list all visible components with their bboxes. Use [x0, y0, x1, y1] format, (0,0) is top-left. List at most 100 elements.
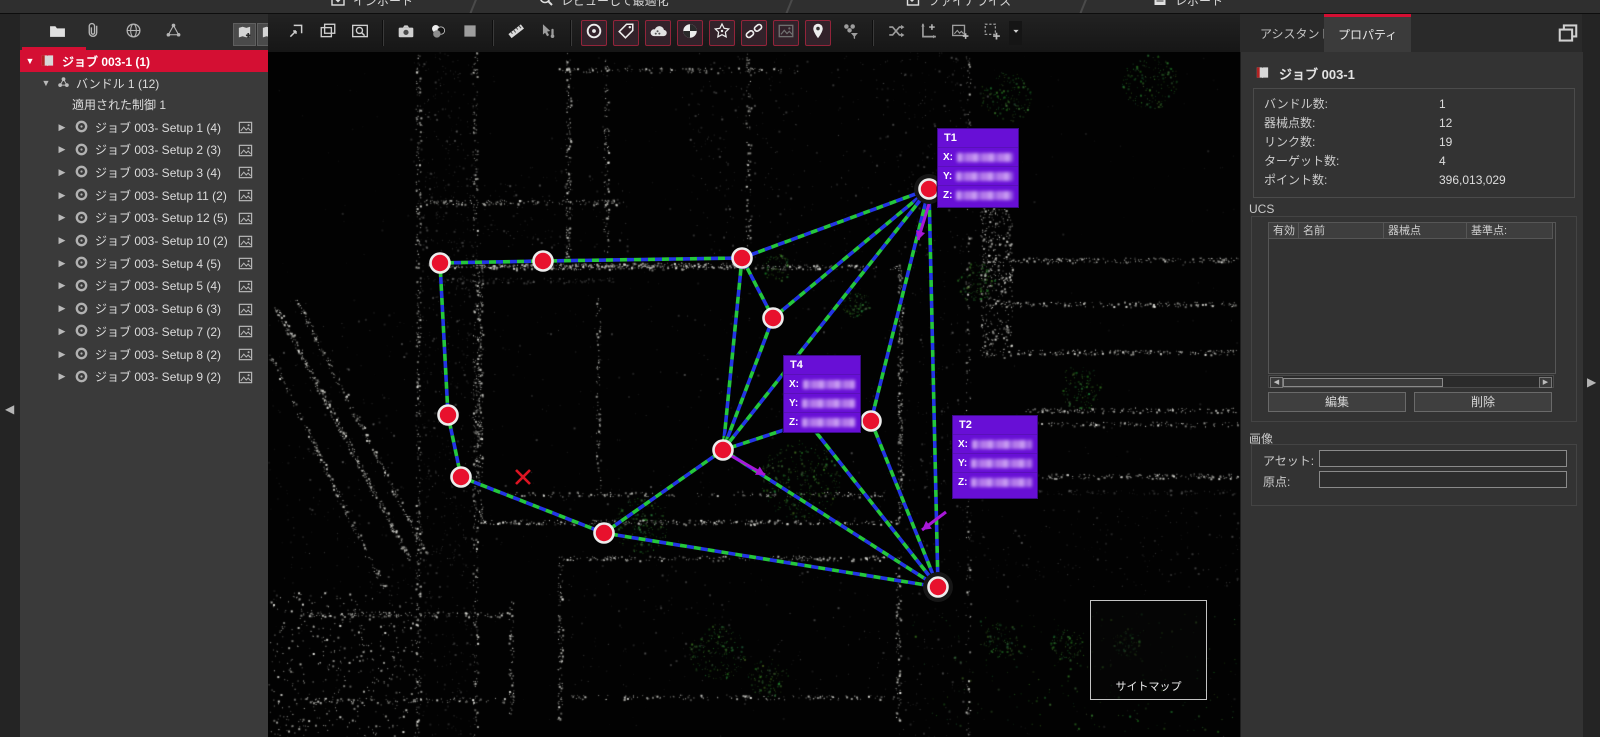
measure-ruler-button[interactable]: [503, 20, 529, 46]
left-tab-network-sites[interactable]: [158, 19, 188, 47]
chevron-right-icon[interactable]: ▶: [56, 190, 68, 201]
setup-node[interactable]: [439, 406, 458, 425]
show-setups-button[interactable]: [581, 20, 607, 46]
ucs-table[interactable]: 有効名前器械点基準点:: [1268, 222, 1556, 374]
collapse-left-panel-icon[interactable]: ◀: [5, 402, 14, 416]
tree-row[interactable]: ▶ジョブ 003- Setup 4 (5): [20, 252, 268, 274]
chevron-right-icon[interactable]: ▶: [56, 326, 68, 337]
scroll-right-icon[interactable]: ▶: [1539, 377, 1552, 388]
scroll-left-icon[interactable]: ◀: [1270, 377, 1283, 388]
workflow-stage-import[interactable]: インポート: [330, 0, 413, 10]
ucs-delete-button[interactable]: 削除: [1414, 392, 1552, 412]
color-mode-button[interactable]: [425, 20, 451, 46]
left-tab-projects-folder[interactable]: [42, 19, 72, 47]
chevron-right-icon[interactable]: ▶: [56, 122, 68, 133]
image-thumb-icon[interactable]: [238, 120, 254, 134]
overlap-windows-button[interactable]: [315, 20, 341, 46]
camera-button[interactable]: [393, 20, 419, 46]
zoom-window-button[interactable]: [347, 20, 373, 46]
image-thumb-icon[interactable]: [238, 347, 254, 361]
target-label-T1[interactable]: T1X:Y:Z:: [937, 128, 1019, 208]
chevron-right-icon[interactable]: ▶: [56, 371, 68, 382]
image-thumb-icon[interactable]: [238, 279, 254, 293]
image-thumb-icon[interactable]: [238, 211, 254, 225]
chevron-right-icon[interactable]: ▶: [56, 144, 68, 155]
map-viewport[interactable]: T1X:Y:Z: T4X:Y:Z: T2X:Y:Z: サイトマップ: [268, 52, 1240, 737]
image-thumb-icon[interactable]: [238, 302, 254, 316]
image-thumb-icon[interactable]: [238, 234, 254, 248]
tree-row[interactable]: ▼バンドル 1 (12): [20, 72, 268, 94]
tree-row[interactable]: ▶ジョブ 003- Setup 6 (3): [20, 298, 268, 320]
asset-field[interactable]: [1319, 450, 1567, 467]
show-bundle-net-button[interactable]: [709, 20, 735, 46]
chevron-right-icon[interactable]: ▶: [56, 212, 68, 223]
setup-node[interactable]: [862, 412, 881, 431]
show-targets-sphere-button[interactable]: [677, 20, 703, 46]
workflow-stage-finalize[interactable]: ファイナライズ: [905, 0, 1011, 10]
add-selection-button[interactable]: [979, 20, 1005, 46]
setup-node[interactable]: [714, 441, 733, 460]
group-filter-button[interactable]: [837, 20, 863, 46]
tree-row[interactable]: ▶ジョブ 003- Setup 1 (4): [20, 116, 268, 138]
tree-row[interactable]: ▶ジョブ 003- Setup 10 (2): [20, 230, 268, 252]
chevron-down-icon[interactable]: ▼: [40, 78, 52, 88]
ucs-column-header[interactable]: 名前: [1299, 223, 1384, 239]
image-thumb-icon[interactable]: [238, 188, 254, 202]
image-thumb-icon[interactable]: [238, 370, 254, 384]
setup-node[interactable]: [764, 309, 783, 328]
origin-field[interactable]: [1319, 471, 1567, 488]
show-labels-tag-button[interactable]: [613, 20, 639, 46]
tab-properties[interactable]: プロパティ: [1324, 14, 1411, 52]
image-thumb-icon[interactable]: [238, 324, 254, 338]
chevron-down-icon[interactable]: ▼: [24, 56, 36, 66]
setup-node[interactable]: [923, 572, 953, 602]
swap-links-button[interactable]: [883, 20, 909, 46]
panels-layout-icon[interactable]: [1554, 19, 1582, 47]
tree-row[interactable]: ▶ジョブ 003- Setup 11 (2): [20, 184, 268, 206]
sitemap-thumbnail[interactable]: サイトマップ: [1090, 600, 1207, 700]
tree-row[interactable]: ▶ジョブ 003- Setup 9 (2): [20, 366, 268, 388]
add-ucs-axes-button[interactable]: [915, 20, 941, 46]
setup-node[interactable]: [452, 468, 471, 487]
left-tab-attachments-paperclip[interactable]: [78, 19, 108, 47]
chevron-right-icon[interactable]: ▶: [56, 235, 68, 246]
tree-row[interactable]: ▶ジョブ 003- Setup 3 (4): [20, 161, 268, 183]
tree-row[interactable]: ▶ジョブ 003- Setup 8 (2): [20, 343, 268, 365]
tree-row[interactable]: ▶ジョブ 003- Setup 5 (4): [20, 275, 268, 297]
chevron-right-icon[interactable]: ▶: [56, 303, 68, 314]
target-label-T2[interactable]: T2X:Y:Z:: [952, 415, 1038, 499]
workflow-stage-report[interactable]: レポート: [1152, 0, 1223, 10]
ucs-edit-button[interactable]: 編集: [1268, 392, 1406, 412]
add-job-button[interactable]: [233, 23, 256, 46]
tree-row[interactable]: ▶ジョブ 003- Setup 2 (3): [20, 139, 268, 161]
setup-node[interactable]: [595, 524, 614, 543]
image-thumb-icon[interactable]: [238, 165, 254, 179]
tree-row[interactable]: ▶ジョブ 003- Setup 7 (2): [20, 320, 268, 342]
show-geotags-pin-button[interactable]: [805, 20, 831, 46]
chevron-right-icon[interactable]: ▶: [56, 167, 68, 178]
show-pointcloud-button[interactable]: [645, 20, 671, 46]
export-view-button[interactable]: [283, 20, 309, 46]
show-images-button[interactable]: [773, 20, 799, 46]
image-thumb-icon[interactable]: [238, 256, 254, 270]
toolbar-dropdown-button[interactable]: [1009, 21, 1022, 45]
setup-node[interactable]: [534, 252, 553, 271]
scrollbar-thumb[interactable]: [1283, 378, 1443, 387]
probe-cursor-button[interactable]: [535, 20, 561, 46]
workflow-stage-review[interactable]: レビューして最適化: [538, 0, 669, 10]
add-image-button[interactable]: [947, 20, 973, 46]
left-tab-web-globe[interactable]: [118, 19, 148, 47]
ucs-horizontal-scrollbar[interactable]: ◀ ▶: [1268, 375, 1554, 388]
show-links-button[interactable]: [741, 20, 767, 46]
ucs-column-header[interactable]: 器械点: [1384, 223, 1467, 239]
tree-row[interactable]: ▶ジョブ 003- Setup 12 (5): [20, 207, 268, 229]
image-thumb-icon[interactable]: [238, 143, 254, 157]
ucs-column-header[interactable]: 有効: [1269, 223, 1299, 239]
chevron-right-icon[interactable]: ▶: [56, 280, 68, 291]
ucs-column-header[interactable]: 基準点:: [1467, 223, 1553, 239]
chevron-right-icon[interactable]: ▶: [56, 349, 68, 360]
collapse-right-panel-icon[interactable]: ▶: [1587, 375, 1596, 389]
setup-node[interactable]: [733, 249, 752, 268]
target-label-T4[interactable]: T4X:Y:Z:: [783, 355, 861, 433]
tree-row[interactable]: 適用された制御 1: [20, 94, 268, 114]
